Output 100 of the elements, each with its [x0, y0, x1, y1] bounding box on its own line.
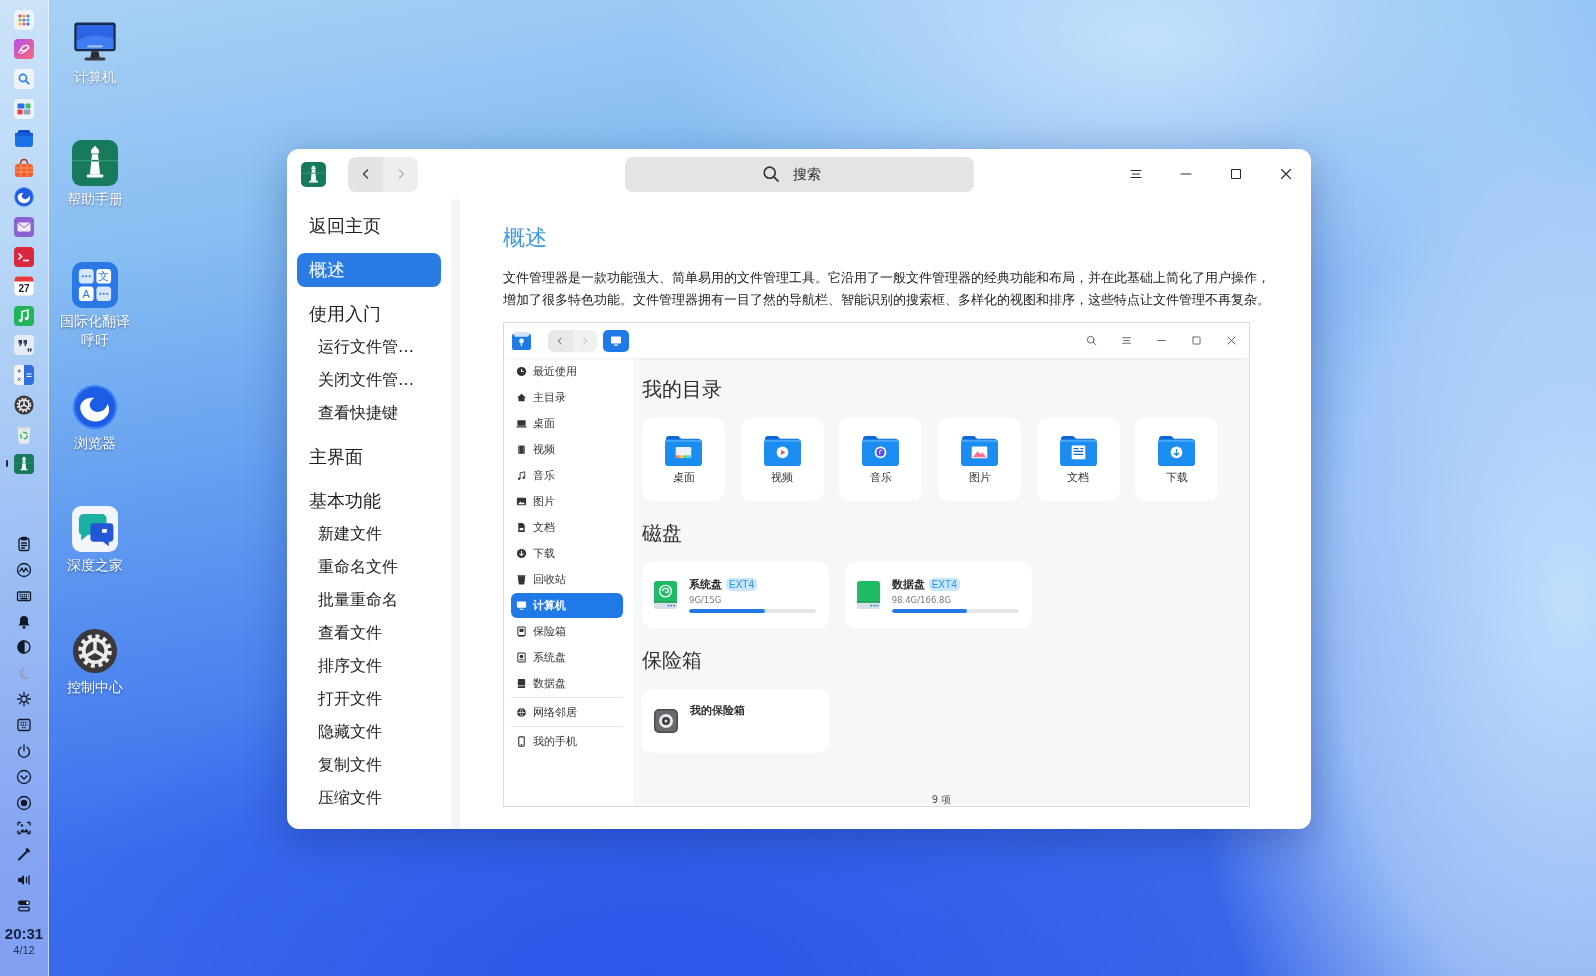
sidebar-item[interactable]: 桌面: [511, 411, 623, 436]
sidebar-item[interactable]: 回收站: [511, 567, 623, 592]
sidebar-subitem[interactable]: 关闭文件管…: [297, 364, 441, 397]
folder-card[interactable]: 图片: [938, 418, 1022, 501]
menu-icon: [1129, 167, 1143, 181]
keypad-icon[interactable]: [16, 716, 32, 733]
phone-icon: [516, 736, 527, 747]
folder-card[interactable]: 下载: [1135, 418, 1219, 501]
folder-card[interactable]: 音乐: [839, 418, 923, 501]
sidebar-item[interactable]: 音乐: [511, 463, 623, 488]
sidebar-item[interactable]: 基本功能: [297, 484, 441, 518]
folder-card[interactable]: 文档: [1036, 418, 1120, 501]
music-note-icon[interactable]: [14, 305, 34, 326]
drive-icon: [516, 678, 527, 689]
image-icon: [516, 496, 527, 507]
sidebar-item[interactable]: 视频: [511, 437, 623, 462]
sidebar-item[interactable]: 计算机: [511, 593, 623, 618]
sidebar-subitem[interactable]: 运行文件管…: [297, 331, 441, 364]
sidebar-item[interactable]: 我的手机: [511, 729, 623, 754]
box-icon[interactable]: [14, 128, 34, 149]
sidebar-item[interactable]: 主界面: [297, 440, 441, 474]
folder-card[interactable]: 桌面: [642, 418, 725, 501]
loops-logo-icon[interactable]: [14, 39, 34, 60]
sidebar-subitem[interactable]: 查看文件: [297, 617, 441, 650]
calculator-icon[interactable]: [14, 364, 34, 385]
quote-icon[interactable]: [14, 335, 34, 356]
sidebar-item[interactable]: 最近使用: [511, 359, 623, 384]
maximize-icon: [1191, 335, 1202, 346]
sidebar-item[interactable]: 下载: [511, 541, 623, 566]
sidebar-subitem[interactable]: 查看快捷键: [297, 397, 441, 430]
record-icon[interactable]: [16, 794, 32, 811]
sidebar-subitem[interactable]: 重命名文件: [297, 551, 441, 584]
document-icon: [516, 522, 527, 533]
disk-card[interactable]: 系统盘 EXT4 9G/15G: [642, 562, 829, 628]
desktop-icon-label[interactable]: 控制中心: [67, 678, 123, 697]
waveform-icon[interactable]: [16, 561, 32, 578]
blocks-icon[interactable]: [14, 98, 34, 119]
screen-capture-icon[interactable]: [16, 820, 32, 837]
chevron-down-icon[interactable]: [16, 768, 32, 785]
search-field[interactable]: 搜索: [624, 156, 974, 192]
terminal-icon[interactable]: [14, 246, 34, 267]
monitor-icon: [610, 334, 622, 347]
sidebar-subitem[interactable]: 打开文件: [297, 683, 441, 716]
lighthouse-icon: [301, 161, 326, 187]
wave-logo-icon[interactable]: [72, 384, 118, 430]
disk-card[interactable]: 数据盘 EXT4 98.4G/166.8G: [844, 562, 1032, 628]
folder-label: 图片: [968, 471, 991, 484]
folder-label: 下载: [1165, 471, 1188, 484]
shopping-bag-icon[interactable]: [14, 157, 34, 178]
drive-icon: [516, 652, 527, 663]
chat-bubbles-icon[interactable]: [72, 506, 118, 552]
sidebar-subitem[interactable]: 排序文件: [297, 650, 441, 683]
wave-logo-icon[interactable]: [14, 187, 34, 208]
location-button[interactable]: [603, 329, 629, 352]
settings-icon[interactable]: [72, 628, 118, 674]
sun-icon[interactable]: [16, 691, 32, 708]
envelope-icon[interactable]: [14, 216, 34, 237]
sidebar-item[interactable]: 网络邻居: [511, 700, 623, 725]
menu-icon: [1121, 335, 1132, 346]
lighthouse-icon[interactable]: [14, 453, 34, 474]
vault-name: 我的保险箱: [690, 703, 745, 717]
calendar-icon[interactable]: 27: [14, 276, 34, 297]
safe-icon: [516, 626, 527, 637]
folder-card[interactable]: 视频: [740, 418, 824, 501]
swirl-drive-icon: [653, 579, 678, 611]
sidebar-item[interactable]: 主目录: [511, 385, 623, 410]
search-icon[interactable]: [14, 69, 34, 89]
sidebar-subitem[interactable]: 新建文件: [297, 518, 441, 551]
folder-label: 音乐: [869, 471, 892, 484]
section-heading: 我的目录: [642, 376, 723, 403]
power-icon[interactable]: [16, 742, 32, 759]
sidebar-item[interactable]: 概述: [297, 253, 441, 287]
usage-text: 9G/15G: [689, 595, 723, 606]
launcher-icon[interactable]: [14, 9, 34, 30]
sidebar-subitem[interactable]: 隐藏文件: [297, 716, 441, 749]
contrast-icon[interactable]: [16, 639, 32, 656]
clock-icon: [516, 366, 527, 377]
sidebar-item[interactable]: 文档: [511, 515, 623, 540]
vault-card[interactable]: 我的保险箱: [642, 689, 829, 753]
sidebar-subitem[interactable]: 复制文件: [297, 749, 441, 782]
search-icon: [762, 165, 780, 183]
pen-icon[interactable]: [16, 846, 32, 863]
sidebar-item[interactable]: 图片: [511, 489, 623, 514]
sidebar-subitem[interactable]: 压缩文件: [297, 782, 441, 815]
clipboard-icon[interactable]: [16, 535, 32, 552]
sidebar-subitem[interactable]: 批量重命名: [297, 584, 441, 617]
globe-icon: [516, 707, 527, 718]
sidebar-item[interactable]: 数据盘: [511, 671, 623, 696]
translate-icon[interactable]: 文 A: [72, 262, 118, 308]
sidebar-item[interactable]: 返回主页: [297, 209, 441, 243]
drive-icon: [855, 579, 881, 611]
clock-date: 4/12: [13, 943, 35, 957]
sidebar-item[interactable]: 使用入门: [297, 297, 441, 331]
sidebar-item[interactable]: 保险箱: [511, 619, 623, 644]
settings-icon[interactable]: [14, 394, 34, 415]
sidebar-item[interactable]: 系统盘: [511, 645, 623, 670]
bell-icon[interactable]: [16, 613, 32, 630]
lighthouse-icon[interactable]: [72, 140, 118, 186]
close-icon: [1279, 167, 1293, 181]
laptop-icon: [516, 418, 527, 429]
